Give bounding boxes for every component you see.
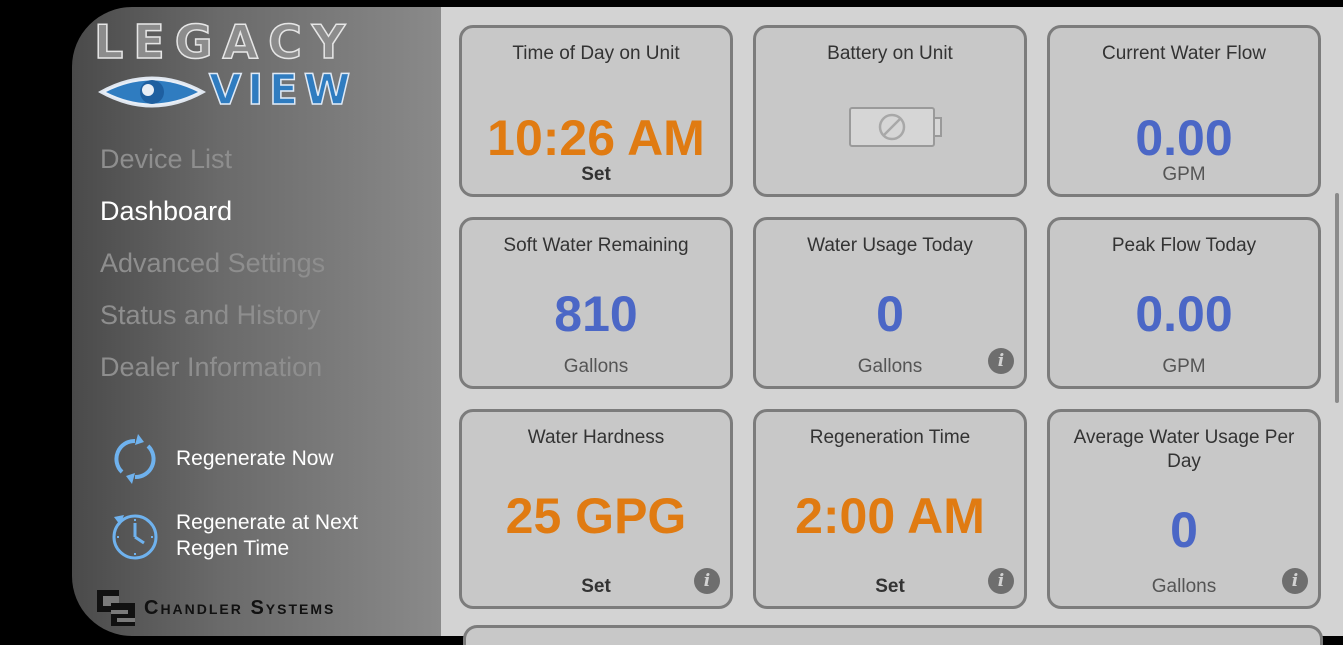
regenerate-now-button[interactable]: Regenerate Now [108, 432, 376, 486]
nav-advanced-settings[interactable]: Advanced Settings [100, 237, 325, 289]
card-title: Average Water Usage Per Day [1073, 427, 1295, 472]
logo-view-text: VIEW [208, 64, 357, 115]
regen-time-value: 2:00 AM [795, 488, 985, 544]
cs-brand-icon [97, 590, 135, 626]
info-icon[interactable]: i [694, 568, 720, 594]
next-card-edge [463, 625, 1323, 645]
nav-dealer-information[interactable]: Dealer Information [100, 341, 325, 393]
card-title: Soft Water Remaining [503, 235, 689, 256]
card-water-hardness: Water Hardness 25 GPG Set i [459, 409, 733, 609]
card-title: Water Hardness [527, 427, 665, 448]
nav-dashboard[interactable]: Dashboard [100, 185, 325, 237]
card-current-water-flow: Current Water Flow 0.00 GPM [1047, 25, 1321, 197]
unit-label: GPM [1162, 356, 1206, 377]
nav-menu: Device List Dashboard Advanced Settings … [100, 133, 325, 393]
legacy-view-logo: LEGACY VIEW [93, 14, 424, 115]
battery-empty-icon [849, 107, 942, 147]
time-value: 10:26 AM [487, 110, 705, 166]
unit-label: Gallons [1151, 576, 1217, 597]
sidebar: LEGACY VIEW Device List Dashboard Advanc… [72, 7, 441, 636]
info-icon[interactable]: i [988, 348, 1014, 374]
eye-icon [98, 76, 206, 108]
set-time-button[interactable]: Set [462, 164, 730, 186]
unit-label: GPM [1162, 164, 1206, 185]
unit-label: Gallons [563, 356, 629, 377]
card-title: Regeneration Time [809, 427, 971, 448]
regenerate-now-label: Regenerate Now [176, 447, 334, 470]
card-water-usage-today: Water Usage Today 0 Gallons i [753, 217, 1027, 389]
nav-status-history[interactable]: Status and History [100, 289, 325, 341]
avg-usage-value: 0 [1170, 502, 1198, 558]
card-title: Peak Flow Today [1111, 235, 1257, 256]
card-title: Water Usage Today [807, 235, 973, 256]
card-battery: Battery on Unit [753, 25, 1027, 197]
info-icon[interactable]: i [1282, 568, 1308, 594]
card-average-water-usage: Average Water Usage Per Day 0 Gallons i [1047, 409, 1321, 609]
card-title: Time of Day on Unit [512, 43, 680, 64]
unit-label: Gallons [857, 356, 923, 377]
card-soft-water-remaining: Soft Water Remaining 810 Gallons [459, 217, 733, 389]
regenerate-next-time-button[interactable]: Regenerate at Next Regen Time [108, 509, 376, 563]
clock-refresh-icon [112, 514, 158, 560]
card-regeneration-time: Regeneration Time 2:00 AM Set i [753, 409, 1027, 609]
card-peak-flow-today: Peak Flow Today 0.00 GPM [1047, 217, 1321, 389]
set-regen-time-button[interactable]: Set [756, 576, 1024, 598]
nav-device-list[interactable]: Device List [100, 133, 325, 185]
usage-today-value: 0 [876, 286, 904, 342]
chandler-systems-logo: Chandler Systems [96, 589, 335, 627]
set-hardness-button[interactable]: Set [462, 576, 730, 598]
hardness-value: 25 GPG [505, 488, 687, 544]
refresh-icon [114, 434, 156, 484]
soft-water-value: 810 [554, 286, 638, 342]
card-title: Battery on Unit [827, 43, 953, 64]
info-icon[interactable]: i [988, 568, 1014, 594]
brand-name: Chandler Systems [144, 596, 336, 619]
dashboard-grid: Time of Day on Unit 10:26 AM Set Battery… [441, 7, 1343, 645]
regenerate-next-time-label: Regenerate at Next Regen Time [176, 511, 359, 560]
flow-value: 0.00 [1135, 110, 1233, 166]
card-time-of-day: Time of Day on Unit 10:26 AM Set [459, 25, 733, 197]
logo-legacy-text: LEGACY [93, 14, 356, 70]
scrollbar[interactable] [1335, 193, 1339, 403]
card-title: Current Water Flow [1102, 43, 1266, 64]
peak-flow-value: 0.00 [1135, 286, 1233, 342]
